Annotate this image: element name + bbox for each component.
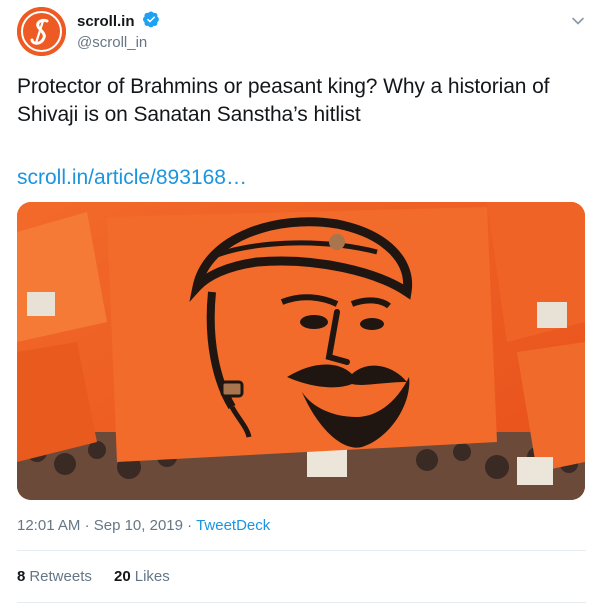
saffron-flag-portrait-image (17, 202, 585, 500)
likes-label: Likes (134, 568, 170, 585)
avatar[interactable] (17, 7, 66, 56)
tweet-time[interactable]: 12:01 AM (17, 517, 80, 534)
tweet-date[interactable]: Sep 10, 2019 (94, 517, 183, 534)
tweet-stats: 8 Retweets 20 Likes (17, 567, 188, 587)
tweet-meta: 12:01 AM · Sep 10, 2019 · TweetDeck (17, 516, 270, 536)
chevron-down-icon[interactable] (571, 14, 585, 28)
scroll-logo-icon (17, 7, 66, 56)
meta-separator: · (84, 517, 90, 534)
likes-stat[interactable]: 20 Likes (114, 567, 170, 587)
retweets-stat[interactable]: 8 Retweets (17, 567, 92, 587)
source-app-link[interactable]: TweetDeck (196, 517, 270, 534)
tweet: scroll.in @scroll_in Protector of Brahmi… (0, 0, 603, 612)
article-link[interactable]: scroll.in/article/893168… (17, 164, 247, 192)
retweets-count: 8 (17, 568, 26, 585)
meta-separator-2: · (187, 517, 193, 534)
verified-badge-icon (142, 10, 160, 33)
divider (17, 550, 586, 551)
likes-count: 20 (114, 568, 131, 585)
author-block: scroll.in @scroll_in (77, 10, 160, 53)
tweet-text: Protector of Brahmins or peasant king? W… (17, 75, 550, 126)
handle[interactable]: @scroll_in (77, 33, 160, 53)
retweets-label: Retweets (29, 568, 92, 585)
card-image[interactable] (17, 202, 585, 500)
display-name[interactable]: scroll.in (77, 12, 135, 31)
divider-bottom (17, 602, 586, 603)
